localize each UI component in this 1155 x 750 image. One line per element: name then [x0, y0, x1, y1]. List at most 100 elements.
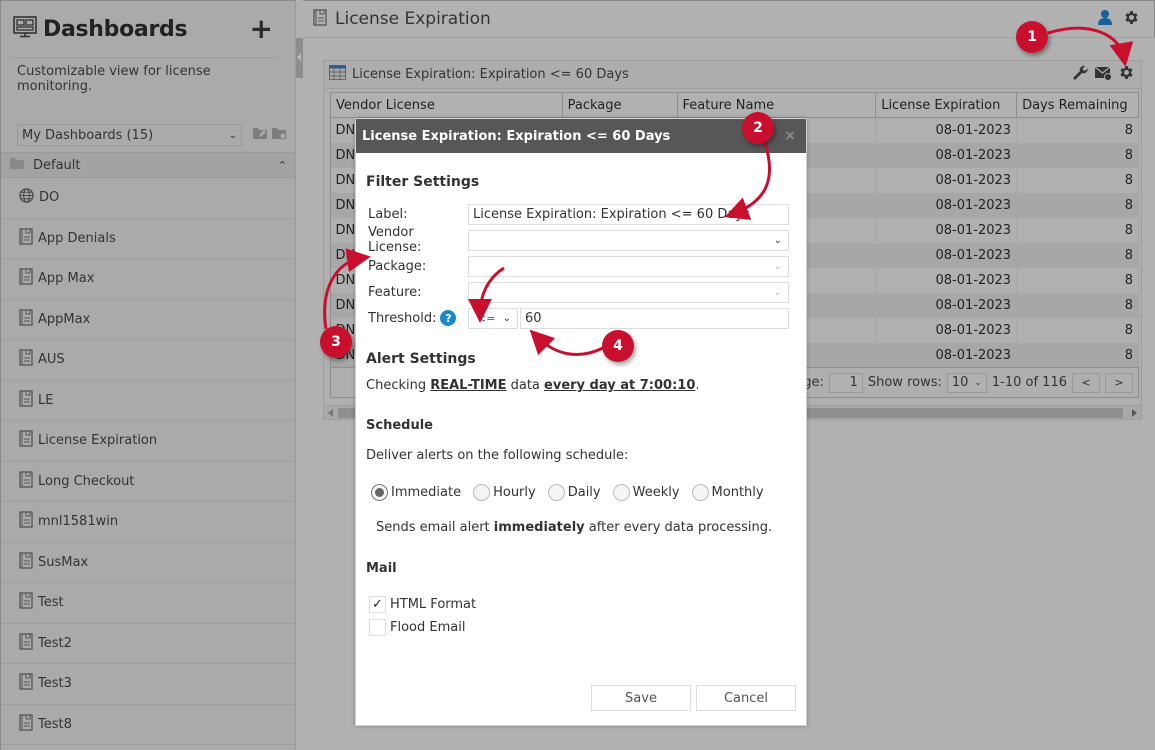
- schedule-radio-monthly[interactable]: Monthly: [691, 484, 764, 501]
- sidebar-item[interactable]: License Expiration: [1, 421, 295, 462]
- mail-option-flood-email[interactable]: Flood Email: [366, 616, 796, 639]
- column-header[interactable]: Days Remaining: [1016, 92, 1139, 118]
- report-icon: [19, 349, 33, 370]
- vendor-license-select[interactable]: ⌄: [468, 229, 789, 251]
- threshold-operator-select[interactable]: <= ⌄: [468, 307, 518, 329]
- widget-header: License Expiration: Expiration <= 60 Day…: [324, 61, 1141, 89]
- sidebar-item-label: SusMax: [38, 554, 89, 570]
- save-button[interactable]: Save: [591, 685, 691, 711]
- sidebar-group-label: Default: [33, 157, 81, 173]
- chevron-down-icon: ⌄: [773, 286, 782, 298]
- callout-badge-1: 1: [1016, 21, 1048, 53]
- table-cell: 08-01-2023: [875, 142, 1018, 168]
- sidebar-item[interactable]: Test: [1, 583, 295, 624]
- package-select[interactable]: ⌄: [468, 255, 789, 277]
- radio-button[interactable]: [691, 484, 709, 501]
- rows-per-page-select[interactable]: 10 ⌄: [946, 372, 987, 393]
- schedule-radio-immediate[interactable]: Immediate: [371, 484, 461, 501]
- folder-settings-icon[interactable]: [271, 126, 287, 144]
- sidebar-item[interactable]: mnl1581win: [1, 502, 295, 543]
- close-icon[interactable]: ×: [784, 128, 796, 144]
- schedule-radio-weekly[interactable]: Weekly: [612, 484, 680, 501]
- checkbox[interactable]: [369, 619, 386, 636]
- page-input[interactable]: 1: [828, 372, 863, 393]
- radio-button[interactable]: [473, 484, 491, 501]
- checking-text: Checking REAL-TIME data every day at 7:0…: [366, 378, 796, 393]
- schedule-radio-daily[interactable]: Daily: [547, 484, 601, 501]
- sidebar-collapse-handle[interactable]: [296, 38, 303, 78]
- dashboard-select[interactable]: My Dashboards (15) ⌄: [17, 124, 242, 146]
- sidebar-item-label: LE: [38, 392, 54, 408]
- add-dashboard-button[interactable]: +: [250, 15, 273, 43]
- gear-icon[interactable]: [1123, 9, 1140, 30]
- report-icon: [19, 714, 33, 735]
- edit-folder-icon[interactable]: [252, 126, 268, 144]
- help-icon[interactable]: ?: [440, 310, 457, 326]
- report-icon: [19, 511, 33, 532]
- sidebar-item[interactable]: Test8: [1, 705, 295, 745]
- callout-badge-3: 3: [320, 326, 352, 358]
- sidebar-item[interactable]: Test2: [1, 624, 295, 664]
- user-icon[interactable]: [1097, 9, 1113, 29]
- folder-icon: [9, 157, 25, 174]
- column-header[interactable]: Package: [561, 92, 678, 118]
- sidebar-item[interactable]: SusMax: [1, 543, 295, 583]
- mail-schedule-icon[interactable]: [1094, 65, 1112, 85]
- column-header[interactable]: License Expiration: [875, 92, 1018, 118]
- chevron-down-icon: ⌄: [974, 377, 982, 388]
- schedule-radio-hourly[interactable]: Hourly: [473, 484, 536, 501]
- chevron-down-icon: ⌄: [773, 260, 782, 272]
- radio-label: Daily: [567, 485, 601, 500]
- sidebar-item[interactable]: AUS: [1, 340, 295, 381]
- schedule-note-suffix: after every data processing.: [584, 520, 773, 535]
- sidebar-item[interactable]: App Denials: [1, 219, 295, 259]
- label-input[interactable]: License Expiration: Expiration <= 60 Day…: [468, 203, 789, 225]
- table-cell: 8: [1016, 242, 1139, 268]
- scroll-right-icon[interactable]: [1132, 409, 1137, 417]
- radio-button[interactable]: [547, 484, 565, 501]
- mail-option-html-format[interactable]: ✓ HTML Format: [366, 593, 796, 616]
- threshold-operator-value: <=: [477, 311, 496, 325]
- check-schedule-link[interactable]: every day at 7:00:10: [544, 378, 695, 393]
- sidebar-item[interactable]: App Max: [1, 259, 295, 300]
- checkbox[interactable]: ✓: [369, 596, 386, 613]
- sidebar-item[interactable]: DO: [1, 178, 295, 219]
- sidebar-item-label: App Denials: [38, 230, 116, 246]
- table-cell: 08-01-2023: [875, 242, 1018, 268]
- dialog-header: License Expiration: Expiration <= 60 Day…: [356, 119, 806, 153]
- next-page-button[interactable]: >: [1105, 372, 1133, 393]
- sidebar-group-default[interactable]: Default ⌃: [1, 152, 295, 178]
- widget-settings-gear-icon[interactable]: [1118, 64, 1135, 85]
- widget-title: License Expiration: Expiration <= 60 Day…: [352, 67, 629, 82]
- radio-button[interactable]: [371, 484, 388, 501]
- globe-icon: [19, 188, 34, 207]
- package-label: Package:: [368, 258, 427, 274]
- column-header[interactable]: Vendor License: [330, 92, 563, 118]
- label-field-label: Label:: [368, 206, 408, 222]
- radio-button[interactable]: [612, 484, 630, 501]
- scroll-left-icon[interactable]: [328, 409, 333, 417]
- table-cell: 8: [1016, 217, 1139, 243]
- cancel-button[interactable]: Cancel: [696, 685, 796, 711]
- sidebar-item[interactable]: Long Checkout: [1, 462, 295, 502]
- vendor-license-label: Vendor License:: [368, 225, 422, 255]
- checking-prefix: Checking: [366, 378, 431, 393]
- sidebar-item[interactable]: Test3: [1, 664, 295, 705]
- report-icon: [19, 268, 33, 289]
- sidebar-item[interactable]: LE: [1, 381, 295, 421]
- report-icon: [19, 430, 33, 451]
- report-icon: [19, 592, 33, 613]
- feature-select[interactable]: ⌄: [468, 281, 789, 303]
- dialog-title: License Expiration: Expiration <= 60 Day…: [362, 128, 671, 144]
- sidebar: Dashboards + Customizable view for licen…: [0, 0, 296, 750]
- wrench-icon[interactable]: [1072, 65, 1088, 85]
- table-cell: 8: [1016, 292, 1139, 318]
- chevron-up-icon[interactable]: ⌃: [278, 159, 287, 172]
- table-cell: 08-01-2023: [875, 117, 1018, 143]
- threshold-input[interactable]: 60: [520, 307, 789, 329]
- prev-page-button[interactable]: <: [1072, 372, 1100, 393]
- sidebar-item[interactable]: AppMax: [1, 300, 295, 340]
- data-source-link[interactable]: REAL-TIME: [430, 378, 506, 393]
- table-cell: 08-01-2023: [875, 192, 1018, 218]
- column-header[interactable]: Feature Name: [676, 92, 877, 118]
